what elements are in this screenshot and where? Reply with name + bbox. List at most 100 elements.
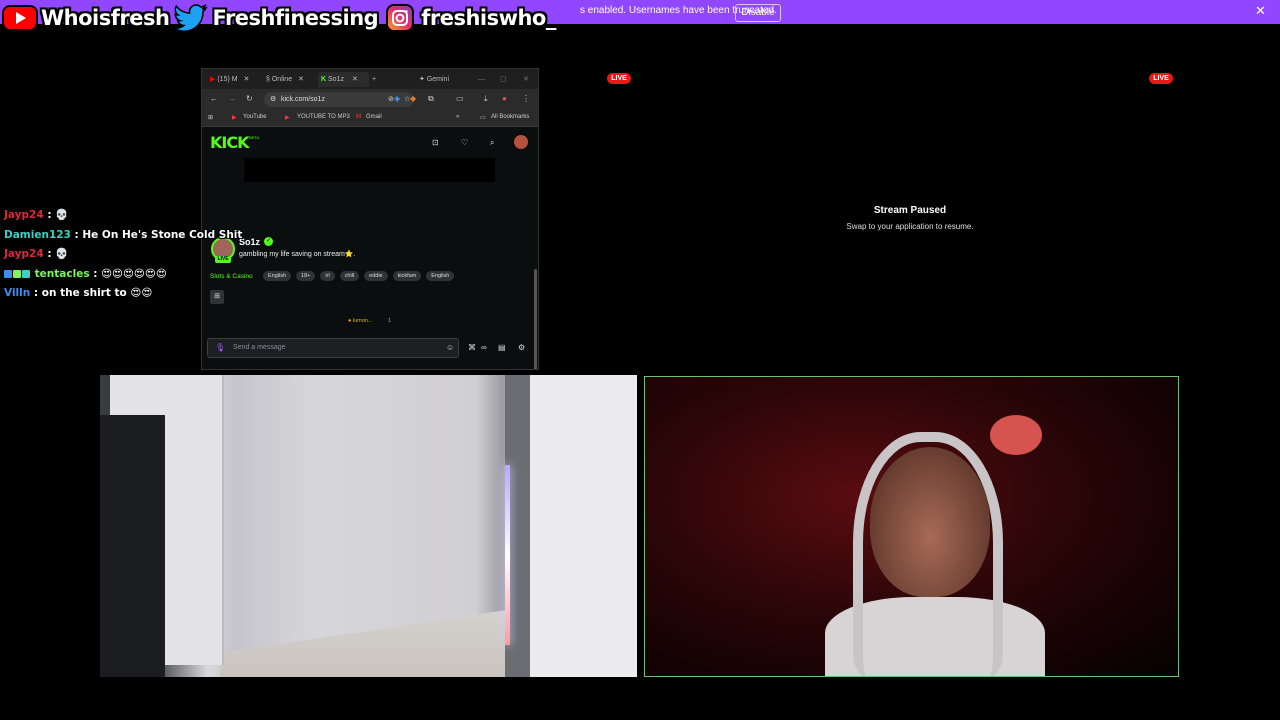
instagram-handle: freshiswho_ bbox=[421, 6, 556, 30]
new-tab-button[interactable]: + bbox=[372, 72, 382, 87]
gift-icon[interactable]: ⊡ bbox=[432, 138, 439, 147]
social-youtube: Whoisfresh bbox=[2, 4, 170, 32]
streamer-webcam-feed bbox=[644, 376, 1179, 677]
mic-icon[interactable]: 🎙 bbox=[215, 343, 225, 352]
verified-icon: ✓ bbox=[264, 237, 273, 246]
chat-message: Jayp24 : 💀 bbox=[4, 245, 204, 265]
close-window-icon[interactable]: ✕ bbox=[523, 72, 529, 87]
tab-youtube[interactable]: ▶ (15) M ✕ bbox=[210, 72, 254, 87]
gmail-icon: M bbox=[356, 114, 361, 120]
tab-online[interactable]: § Online ✕ bbox=[266, 72, 310, 87]
chat-placeholder: Send a message bbox=[233, 344, 286, 351]
close-icon[interactable]: ✕ bbox=[244, 76, 250, 83]
tag[interactable]: English bbox=[263, 271, 292, 281]
disable-button[interactable]: Disable bbox=[735, 4, 781, 22]
scrollbar[interactable] bbox=[534, 269, 537, 369]
instagram-icon bbox=[382, 4, 418, 32]
tab-gemini[interactable]: ✦ Gemini bbox=[419, 72, 459, 87]
tag[interactable]: irl bbox=[320, 271, 335, 281]
reload-icon[interactable]: ↻ bbox=[246, 94, 253, 103]
mute-icon[interactable]: ⊘ bbox=[388, 92, 394, 107]
tab-label: Online bbox=[271, 76, 293, 83]
download-icon[interactable]: ⤓ bbox=[484, 94, 488, 104]
site-info-icon[interactable]: ⚙ bbox=[270, 92, 276, 107]
chat-message: Damien123 : He On He's Stone Cold Shit bbox=[4, 226, 242, 246]
live-badge: LIVE bbox=[1149, 73, 1173, 84]
chat-username: tentacles bbox=[34, 267, 90, 280]
menu-icon[interactable]: ⋮ bbox=[522, 94, 530, 103]
kick-logo[interactable]: KICK bbox=[210, 133, 249, 152]
bookmark-mp3[interactable]: YOUTUBE TO MP3 bbox=[297, 114, 350, 120]
room-camera-feed bbox=[100, 375, 637, 677]
chat-input[interactable]: 🎙 Send a message ☺ bbox=[207, 338, 459, 358]
close-icon[interactable]: ✕ bbox=[298, 76, 304, 83]
stream-tags: English 18+ irl chill eddie kickfam Engl… bbox=[263, 271, 455, 281]
url-text: kick.com/so1z bbox=[281, 96, 325, 103]
live-badge: LIVE bbox=[607, 73, 631, 84]
bookmark-gmail[interactable]: Gmail bbox=[366, 114, 382, 120]
chat-text: : He On He's Stone Cold Shit bbox=[74, 228, 243, 241]
chat-text: : on the shirt to 😍😍 bbox=[33, 287, 153, 300]
kick-beta-label: BETA bbox=[249, 135, 260, 140]
close-icon[interactable]: ✕ bbox=[1255, 3, 1266, 19]
profile-icon[interactable]: ● bbox=[502, 94, 507, 103]
tag[interactable]: kickfam bbox=[392, 271, 422, 281]
cast-icon[interactable]: ▭ bbox=[456, 94, 464, 103]
badge-icon bbox=[22, 269, 30, 278]
address-bar[interactable]: ⚙ kick.com/so1z ⊘ ☆ bbox=[264, 92, 414, 107]
pinned-count: 1 bbox=[388, 318, 392, 324]
gemini-icon: ✦ bbox=[419, 76, 425, 83]
live-indicator: LIVE bbox=[215, 256, 231, 263]
tag[interactable]: 18+ bbox=[296, 271, 316, 281]
emoji-icon[interactable]: ☺ bbox=[446, 343, 454, 352]
youtube-icon bbox=[2, 4, 38, 32]
close-icon[interactable]: ✕ bbox=[352, 76, 358, 83]
youtube-icon: ▶ bbox=[210, 76, 216, 83]
tab-label: Gemini bbox=[426, 76, 450, 83]
chat-overlay: Jayp24 : 💀 Damien123 : He On He's Stone … bbox=[4, 206, 242, 304]
tag[interactable]: eddie bbox=[364, 271, 388, 281]
back-icon[interactable]: ← bbox=[210, 94, 218, 103]
forward-icon[interactable]: → bbox=[228, 94, 236, 103]
browser-toolbar: ← → ↻ ⚙ kick.com/so1z ⊘ ☆ ◈ ◆ ⧉ ▭ ⤓ ● ⋮ bbox=[202, 89, 538, 111]
tag[interactable]: chill bbox=[339, 271, 360, 281]
chat-message: Jayp24 : 💀 bbox=[4, 206, 204, 226]
extension-icon[interactable]: ◆ bbox=[410, 94, 416, 103]
tag[interactable]: English bbox=[426, 271, 455, 281]
emote-icon[interactable]: ⌘ bbox=[468, 343, 476, 352]
door bbox=[530, 375, 637, 677]
maximize-icon[interactable]: ▢ bbox=[500, 72, 507, 87]
stream-category[interactable]: Slots & Casino bbox=[210, 273, 253, 280]
apps-icon[interactable]: ⊞ bbox=[208, 114, 213, 121]
tab-label: (15) M bbox=[217, 76, 238, 83]
search-icon[interactable]: ⌕ bbox=[490, 138, 494, 148]
floor bbox=[220, 605, 540, 677]
redacted-box bbox=[244, 158, 495, 182]
extensions-puzzle-icon[interactable]: ⧉ bbox=[428, 94, 434, 104]
bookmark-all[interactable]: All Bookmarks bbox=[491, 114, 529, 120]
heart-icon[interactable]: ♡ bbox=[461, 138, 468, 147]
bookmark-youtube[interactable]: YouTube bbox=[243, 114, 267, 120]
youtube-icon: ▶ bbox=[285, 115, 290, 121]
chevron-right-icon[interactable]: » bbox=[456, 114, 459, 120]
minimize-icon[interactable]: — bbox=[478, 72, 485, 87]
tab-kick[interactable]: K So1z ✕ bbox=[318, 72, 369, 87]
pinned-user[interactable]: ● lumon... bbox=[348, 318, 372, 324]
chat-username: Damien123 bbox=[4, 228, 71, 241]
avatar[interactable] bbox=[514, 135, 528, 149]
link-icon[interactable]: ∞ bbox=[481, 343, 487, 352]
gift-button[interactable]: ⊞ bbox=[210, 290, 224, 304]
settings-gear-icon[interactable]: ⚙ bbox=[518, 343, 525, 352]
kick-page: KICK BETA ⊡ ♡ ⌕ LIVE So1z ✓ gambling my … bbox=[202, 127, 538, 369]
wall-sign bbox=[990, 415, 1042, 455]
youtube-handle: Whoisfresh bbox=[41, 6, 170, 30]
stream-paused-title: Stream Paused bbox=[873, 205, 947, 216]
browser-window: ▶ (15) M ✕ § Online ✕ K So1z ✕ + ✦ Gemin… bbox=[201, 68, 539, 370]
tab-bar: ▶ (15) M ✕ § Online ✕ K So1z ✕ + ✦ Gemin… bbox=[202, 69, 538, 89]
chat-message: tentacles : 😍😍😍😍😍😍 bbox=[4, 265, 204, 285]
extension-shield-icon[interactable]: ◈ bbox=[394, 94, 400, 103]
social-twitter: Freshfinessing bbox=[173, 4, 379, 32]
face bbox=[870, 447, 990, 597]
store-icon[interactable]: ▤ bbox=[498, 343, 506, 352]
stream-title: gambling my life saving on stream⭐. bbox=[239, 251, 356, 258]
